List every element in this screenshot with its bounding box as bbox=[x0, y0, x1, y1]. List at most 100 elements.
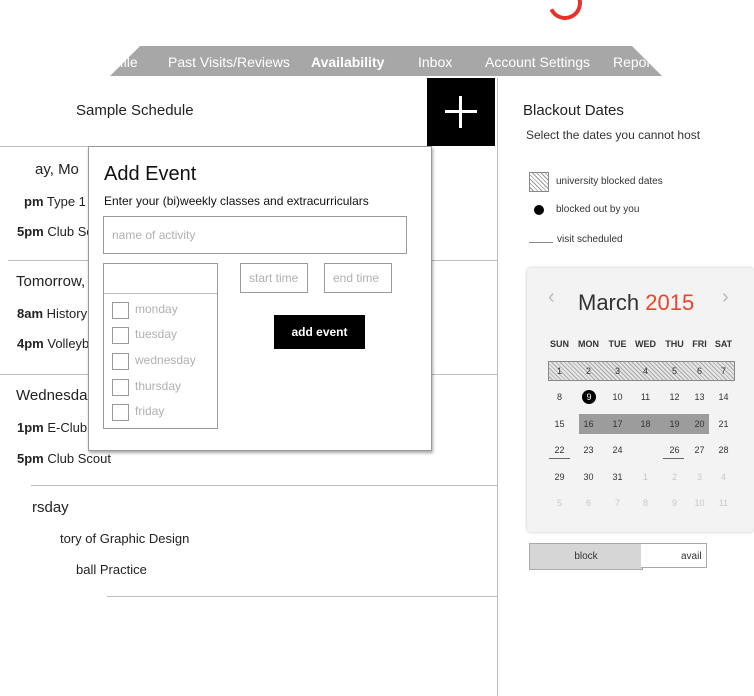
calendar-day[interactable]: 7 bbox=[709, 362, 738, 380]
available-toggle-button[interactable]: avail bbox=[641, 543, 707, 568]
schedule-time: 5pm bbox=[17, 224, 44, 239]
nav-item-availability[interactable]: Availability bbox=[311, 46, 384, 76]
schedule-text: Club Scout bbox=[47, 451, 111, 466]
days-dropdown: monday tuesday wednesday thursday friday bbox=[103, 263, 218, 429]
weekday-label: SAT bbox=[714, 339, 733, 349]
calendar-day[interactable]: 29 bbox=[545, 468, 574, 486]
calendar-month-year: March 2015 bbox=[578, 290, 694, 316]
calendar-day[interactable]: 2 bbox=[574, 362, 603, 380]
checkbox[interactable] bbox=[112, 353, 129, 370]
schedule-text: ball Practice bbox=[76, 562, 147, 577]
top-nav: ofile Past Visits/Reviews Availability I… bbox=[110, 46, 662, 76]
visit-scheduled-marker bbox=[663, 458, 684, 459]
visit-scheduled-marker bbox=[549, 458, 570, 459]
calendar-day[interactable]: 15 bbox=[545, 415, 574, 433]
nav-item-reports[interactable]: Repor bbox=[613, 46, 651, 76]
calendar-day-blocked-by-you[interactable]: 9 bbox=[582, 390, 596, 404]
nav-item-account-settings[interactable]: Account Settings bbox=[485, 46, 590, 76]
end-time-placeholder: end time bbox=[333, 271, 380, 285]
calendar-year: 2015 bbox=[645, 290, 695, 315]
schedule-item[interactable]: 5pm Club Scout bbox=[17, 451, 111, 466]
hatch-legend-icon bbox=[529, 172, 549, 192]
calendar-day-other-month[interactable]: 5 bbox=[545, 494, 574, 512]
schedule-time: pm bbox=[24, 194, 44, 209]
checkbox[interactable] bbox=[112, 302, 129, 319]
schedule-item[interactable]: 8am History bbox=[17, 306, 87, 321]
modal-title: Add Event bbox=[104, 163, 197, 185]
calendar-day-other-month[interactable]: 6 bbox=[574, 494, 603, 512]
schedule-time: 5pm bbox=[17, 451, 44, 466]
block-toggle-button[interactable]: block bbox=[529, 543, 643, 570]
calendar-day[interactable]: 24 bbox=[603, 441, 632, 459]
add-event-plus-button[interactable] bbox=[427, 78, 495, 146]
calendar-day[interactable]: 10 bbox=[603, 388, 632, 406]
line-legend-icon bbox=[529, 242, 553, 243]
weekday-label: TUE bbox=[608, 339, 627, 349]
dot-legend-icon bbox=[534, 205, 544, 215]
schedule-time: 4pm bbox=[17, 336, 44, 351]
activity-placeholder: name of activity bbox=[112, 228, 196, 242]
day-heading: Wednesda bbox=[16, 387, 88, 404]
schedule-item[interactable]: 1pm E-Club bbox=[17, 420, 87, 435]
calendar-day[interactable]: 14 bbox=[709, 388, 738, 406]
schedule-item[interactable]: tory of Graphic Design bbox=[60, 531, 189, 546]
weekday-label: MON bbox=[578, 339, 599, 349]
add-event-modal: Add Event Enter your (bi)weekly classes … bbox=[88, 146, 432, 451]
day-option-label: tuesday bbox=[135, 327, 178, 341]
schedule-item[interactable]: pm Type 1 bbox=[24, 194, 86, 209]
schedule-item[interactable]: 5pm Club Sc bbox=[17, 224, 93, 239]
calendar-day[interactable]: 21 bbox=[709, 415, 738, 433]
schedule-item[interactable]: ball Practice bbox=[76, 562, 147, 577]
calendar-day[interactable]: 8 bbox=[545, 388, 574, 406]
calendar-day[interactable]: 16 bbox=[574, 415, 603, 433]
schedule-text: E-Club bbox=[47, 420, 88, 435]
start-time-input[interactable]: start time bbox=[240, 263, 308, 293]
nav-item-profile[interactable]: ofile bbox=[112, 46, 138, 76]
calendar-day[interactable]: 18 bbox=[631, 415, 660, 433]
calendar-day[interactable]: 28 bbox=[709, 441, 738, 459]
calendar-day[interactable]: 4 bbox=[631, 362, 660, 380]
calendar-day[interactable]: 30 bbox=[574, 468, 603, 486]
calendar-day[interactable]: 23 bbox=[574, 441, 603, 459]
schedule-text: tory of Graphic Design bbox=[60, 531, 190, 546]
calendar-day[interactable]: 17 bbox=[603, 415, 632, 433]
start-time-placeholder: start time bbox=[249, 271, 299, 285]
checkbox[interactable] bbox=[112, 379, 129, 396]
schedule-item[interactable]: 4pm Volleyba bbox=[17, 336, 97, 351]
add-event-button[interactable]: add event bbox=[274, 315, 365, 349]
weekday-label: WED bbox=[635, 339, 656, 349]
day-option-label: thursday bbox=[135, 379, 182, 393]
schedule-text: Type 1 bbox=[46, 194, 86, 209]
day-heading: ay, Mo bbox=[35, 161, 79, 178]
calendar-day[interactable]: 31 bbox=[603, 468, 632, 486]
day-option-label: monday bbox=[135, 302, 178, 316]
nav-item-past-visits[interactable]: Past Visits/Reviews bbox=[168, 46, 290, 76]
calendar-day[interactable]: 11 bbox=[631, 388, 660, 406]
day-option-label: friday bbox=[135, 404, 165, 418]
calendar-day-other-month[interactable]: 4 bbox=[709, 468, 738, 486]
divider bbox=[31, 485, 497, 486]
calendar-day-other-month[interactable]: 11 bbox=[709, 494, 738, 512]
schedule-time: 1pm bbox=[17, 420, 44, 435]
calendar-day[interactable]: 22 bbox=[545, 441, 574, 459]
calendar-day[interactable]: 3 bbox=[603, 362, 632, 380]
nav-item-inbox[interactable]: Inbox bbox=[418, 46, 452, 76]
calendar-month: March bbox=[578, 290, 640, 315]
legend-university-blocked: university blocked dates bbox=[556, 176, 663, 187]
divider bbox=[107, 596, 497, 597]
divider bbox=[104, 293, 217, 294]
checkbox[interactable] bbox=[112, 327, 129, 344]
panel-divider bbox=[497, 78, 498, 696]
day-option-label: wednesday bbox=[135, 353, 196, 367]
calendar-day-other-month[interactable]: 1 bbox=[631, 468, 660, 486]
blackout-subtitle: Select the dates you cannot host bbox=[526, 128, 701, 142]
calendar-day-other-month[interactable]: 7 bbox=[603, 494, 632, 512]
activity-name-input[interactable]: name of activity bbox=[103, 216, 407, 254]
end-time-input[interactable]: end time bbox=[324, 263, 392, 293]
calendar-day-other-month[interactable]: 8 bbox=[631, 494, 660, 512]
checkbox[interactable] bbox=[112, 404, 129, 421]
calendar-day[interactable]: 1 bbox=[545, 362, 574, 380]
next-month-icon[interactable]: › bbox=[722, 286, 729, 309]
schedule-title: Sample Schedule bbox=[76, 102, 194, 119]
prev-month-icon[interactable]: ‹ bbox=[548, 286, 555, 309]
